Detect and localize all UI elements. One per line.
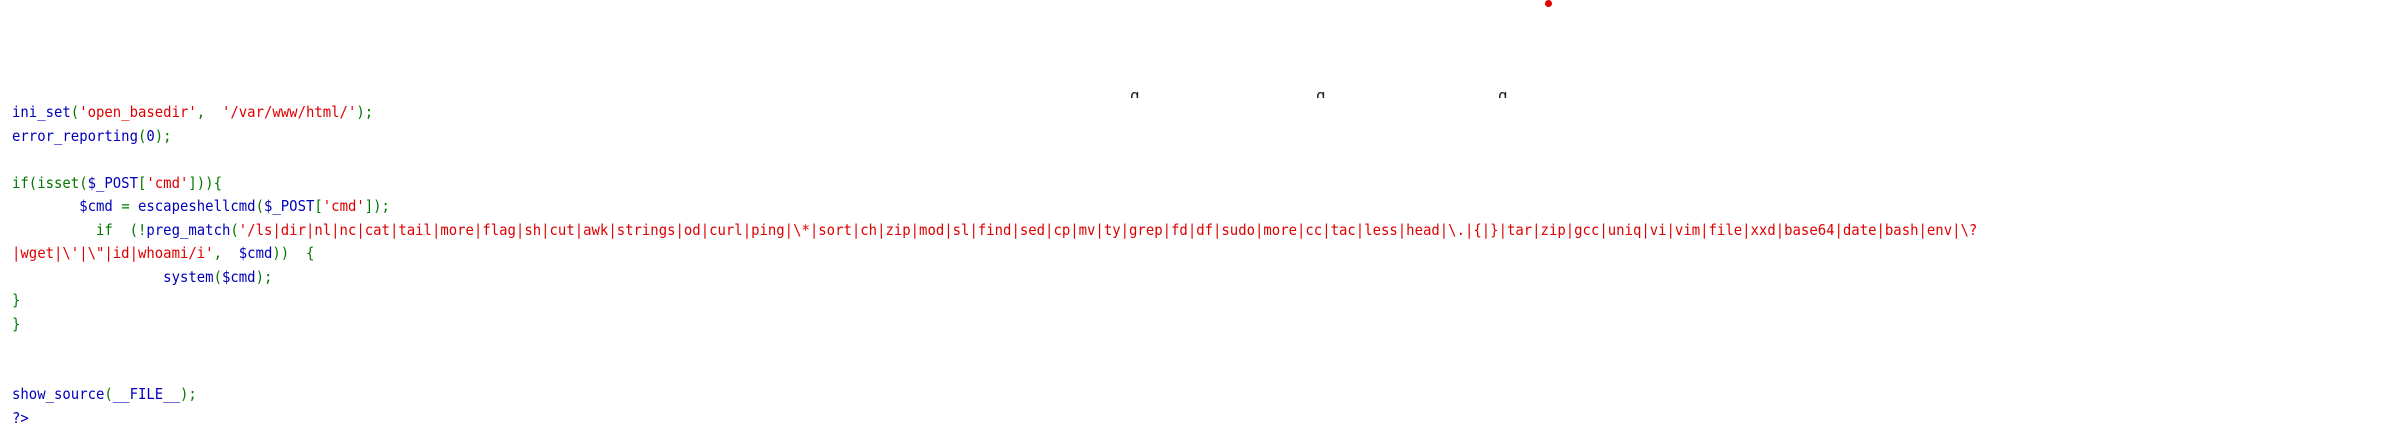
code-token: '/var/www/html/' [221, 103, 357, 121]
code-token: ( [213, 267, 222, 286]
cutoff-fragment: g_ [1316, 86, 1336, 98]
code-token: if(isset( [12, 173, 88, 192]
code-token: preg_match [146, 220, 231, 239]
code-line: ?> [12, 407, 2207, 431]
code-token: [ [314, 197, 323, 215]
code-line: ini_set('open_basedir', '/var/www/html/'… [12, 101, 2207, 125]
code-token: system [163, 267, 214, 286]
code-line: if (!preg_match('/ls|dir|nl|nc|cat|tail|… [12, 219, 2207, 243]
code-token: )) { [272, 244, 315, 262]
code-token: ]); [364, 197, 390, 215]
code-token: $cmd [221, 267, 256, 286]
code-token: 'open_basedir' [79, 103, 197, 121]
code-line: |wget|\'|\"|id|whoami/i', $cmd)) { [12, 242, 2207, 266]
code-token: $_POST [87, 173, 138, 192]
code-token: show_source [12, 385, 105, 403]
code-token: ( [137, 126, 147, 145]
red-dot-marker [1545, 0, 1552, 7]
code-line: system($cmd); [12, 266, 2207, 290]
code-token: ); [154, 126, 172, 145]
code-token: } [12, 314, 21, 333]
code-line: } [12, 289, 2207, 313]
code-token: 0 [146, 126, 155, 145]
code-token: ini_set [12, 103, 71, 121]
code-token: ); [255, 267, 273, 286]
cutoff-fragment: g, [1498, 86, 1518, 98]
code-token: } [12, 291, 21, 309]
cutoff-code-line: , _ _ _ g_ g_ g, , , , [0, 84, 2389, 98]
cutoff-fragment: , , , [1990, 86, 2039, 98]
cutoff-fragment: g_ [1130, 86, 1150, 98]
code-token: 'cmd' [322, 197, 365, 215]
code-line: } [12, 313, 2207, 337]
code-token: '/ls|dir|nl|nc|cat|tail|more|flag|sh|cut… [238, 220, 1978, 239]
code-token: ( [70, 103, 80, 121]
code-token: escapeshellcmd [137, 197, 256, 215]
code-token: if (! [12, 220, 147, 239]
code-line: $cmd = escapeshellcmd($_POST['cmd']); [12, 195, 2207, 219]
code-line: if(isset($_POST['cmd'])){ [12, 172, 2207, 196]
code-token: [ [137, 173, 147, 192]
code-token: , [213, 244, 239, 262]
code-token: ( [230, 220, 239, 239]
code-token: ( [255, 197, 264, 215]
code-token: error_reporting [12, 126, 138, 145]
code-token: ); [356, 103, 374, 121]
code-token: ); [179, 385, 197, 403]
code-token: , [196, 103, 222, 121]
code-line: show_source(__FILE__); [12, 383, 2207, 407]
code-token: $_POST [263, 197, 315, 215]
code-token: 'cmd' [146, 173, 189, 192]
cutoff-fragment: _ _ _ [936, 86, 985, 98]
code-token: ?> [12, 408, 29, 427]
code-token: $cmd [79, 197, 122, 215]
cutoff-fragment: , [478, 86, 488, 98]
code-token: $cmd [238, 244, 273, 262]
code-token: __FILE__ [112, 385, 180, 403]
php-source-listing: ini_set('open_basedir', '/var/www/html/'… [12, 101, 2207, 430]
code-token: ])){ [188, 173, 222, 192]
code-line: error_reporting(0); [12, 125, 2207, 149]
code-token: |wget|\'|\"|id|whoami/i' [12, 244, 214, 262]
code-token: = [121, 197, 138, 215]
